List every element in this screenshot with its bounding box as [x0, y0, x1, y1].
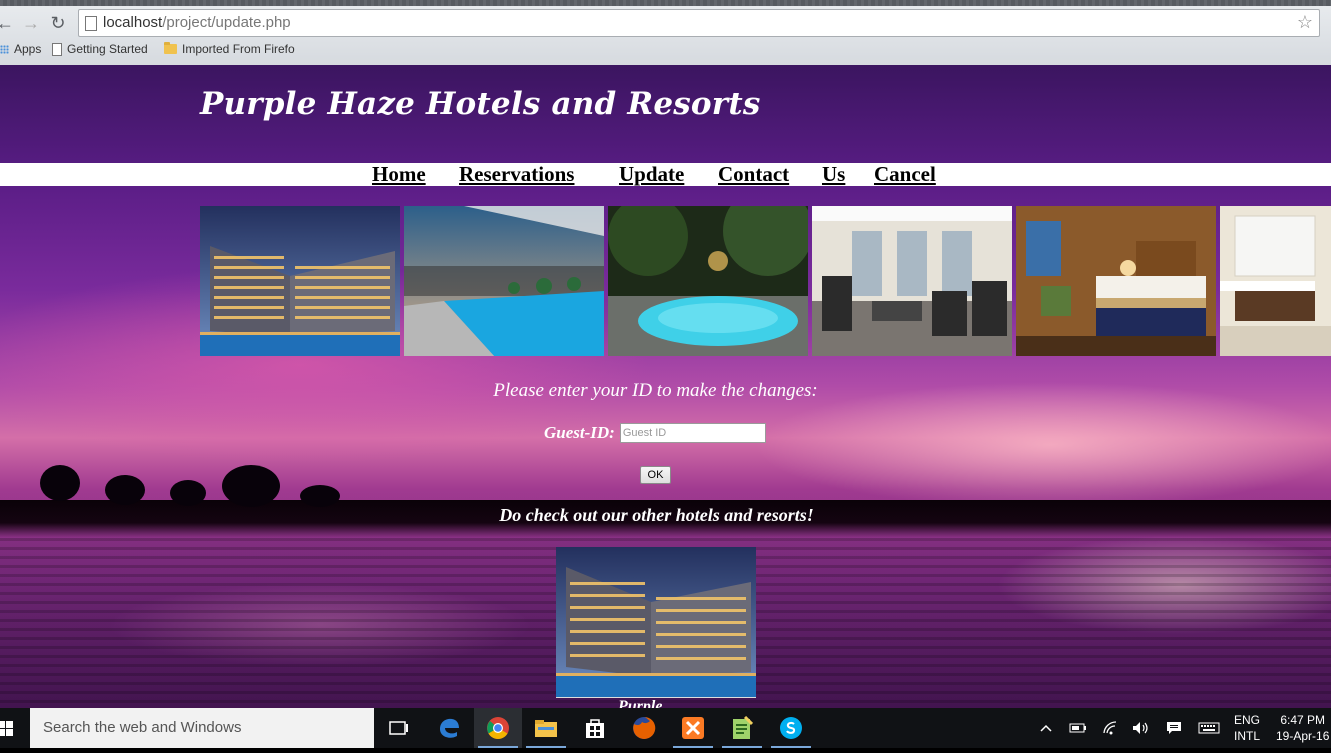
bookmark-apps[interactable]: Apps — [0, 42, 41, 56]
bookmark-star-icon[interactable]: ☆ — [1297, 12, 1313, 33]
nav-us-link[interactable]: Us — [822, 163, 845, 186]
other-hotel-caption[interactable]: Purple — [618, 697, 662, 708]
bookmark-getting-started[interactable]: Getting Started — [52, 42, 148, 56]
volume-icon[interactable] — [1130, 708, 1152, 748]
garden-pool-photo — [608, 206, 808, 356]
page-icon — [85, 16, 97, 31]
tab-strip — [0, 0, 1331, 6]
action-center-icon[interactable] — [1162, 708, 1186, 748]
address-bar[interactable]: localhost/project/update.php ☆ — [78, 9, 1320, 37]
photo-gallery — [200, 206, 1331, 356]
page-icon — [52, 42, 62, 56]
rooftop-pool-photo — [404, 206, 604, 356]
skype-icon[interactable] — [767, 708, 815, 748]
start-icon[interactable] — [0, 708, 20, 748]
back-icon[interactable]: ← — [0, 12, 16, 34]
nav-reservations-link[interactable]: Reservations — [459, 163, 574, 186]
store-icon[interactable] — [571, 708, 619, 748]
background-tree — [105, 475, 145, 505]
gym-photo — [812, 206, 1012, 356]
apps-grid-icon — [0, 44, 9, 54]
main-nav: Home Reservations Update Contact Us Canc… — [0, 163, 1331, 186]
firefox-icon[interactable] — [620, 708, 668, 748]
bookmarks-bar: Apps Getting Started Imported From Firef… — [0, 40, 1331, 60]
forward-icon[interactable]: → — [20, 12, 42, 34]
bookmark-imported-from-firefox[interactable]: Imported From Firefo — [164, 42, 300, 56]
ok-button[interactable]: OK — [640, 466, 671, 484]
input-language-indicator[interactable]: ENG INTL — [1234, 712, 1260, 744]
site-title: Purple Haze Hotels and Resorts — [200, 86, 761, 122]
id-prompt-heading: Please enter your ID to make the changes… — [493, 380, 818, 401]
browser-chrome: ← → ↻ localhost/project/update.php ☆ App… — [0, 0, 1331, 66]
notepad-icon[interactable] — [718, 708, 766, 748]
url-text[interactable]: localhost/project/update.php — [103, 14, 291, 31]
other-hotel-photo[interactable] — [556, 547, 756, 698]
system-clock[interactable]: 6:47 PM 19-Apr-16 — [1276, 712, 1329, 744]
web-page: Purple Haze Hotels and Resorts Home Rese… — [0, 65, 1331, 708]
background-tree — [300, 485, 340, 507]
other-hotels-heading: Do check out our other hotels and resort… — [499, 505, 814, 525]
bedroom-photo — [1016, 206, 1216, 356]
touch-keyboard-icon[interactable] — [1196, 708, 1222, 748]
edge-icon[interactable] — [425, 708, 473, 748]
taskbar-search-box[interactable]: Search the web and Windows — [30, 708, 374, 748]
chrome-icon[interactable] — [474, 708, 522, 748]
search-placeholder: Search the web and Windows — [43, 719, 242, 736]
nav-home-link[interactable]: Home — [372, 163, 426, 186]
wifi-icon[interactable] — [1100, 708, 1122, 748]
guest-id-input[interactable] — [619, 423, 766, 443]
nav-update-link[interactable]: Update — [619, 163, 684, 186]
background-tree — [40, 465, 80, 501]
background-tree — [170, 480, 206, 506]
windows-taskbar: Search the web and Windows ENG INTL 6:47… — [0, 708, 1331, 748]
battery-icon[interactable] — [1066, 708, 1090, 748]
guest-id-row: Guest-ID: — [544, 423, 766, 443]
bathroom-photo — [1220, 206, 1331, 356]
hotel-exterior-photo — [200, 206, 400, 356]
task-view-icon[interactable] — [375, 708, 423, 748]
nav-cancel-link[interactable]: Cancel — [874, 163, 936, 186]
background-tree — [222, 465, 280, 507]
guest-id-label: Guest-ID: — [544, 423, 615, 442]
xampp-icon[interactable] — [669, 708, 717, 748]
file-explorer-icon[interactable] — [522, 708, 570, 748]
folder-icon — [164, 42, 177, 54]
nav-contact-link[interactable]: Contact — [718, 163, 789, 186]
show-hidden-icons-icon[interactable] — [1036, 708, 1056, 748]
reload-icon[interactable]: ↻ — [47, 12, 69, 34]
